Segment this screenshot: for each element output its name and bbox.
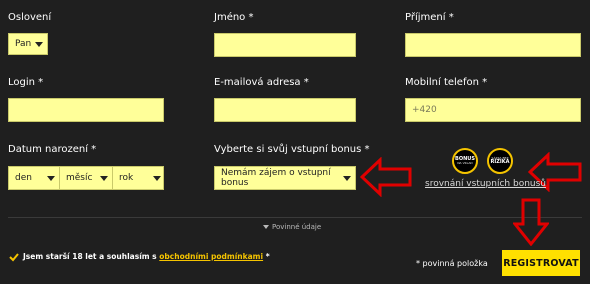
birth-month-select[interactable]: měsíc (60, 167, 112, 189)
required-note: * povinná položka (416, 259, 488, 268)
risk-free-bet-badge-icon[interactable]: SÁZKA BEZ RIZIKA (487, 148, 513, 174)
compare-bonuses-link[interactable]: srovnání vstupních bonusů (425, 179, 546, 189)
salutation-label: Oslovení (8, 12, 52, 23)
birth-day-select[interactable]: den (9, 167, 59, 189)
badge-title: RIZIKA (490, 158, 510, 165)
email-field[interactable] (214, 98, 356, 122)
chevron-down-icon (100, 176, 108, 181)
email-label: E-mailová adresa * (214, 77, 309, 88)
red-arrow-icon (513, 198, 549, 246)
badge-subtitle: NA VKLAD (457, 161, 473, 166)
register-button[interactable]: REGISTROVAT (502, 250, 580, 276)
deposit-bonus-badge-icon[interactable]: BONUS NA VKLAD (452, 148, 478, 174)
terms-link[interactable]: obchodními podmínkami (159, 252, 263, 261)
phone-field[interactable]: +420 (405, 98, 581, 122)
last-name-field[interactable] (405, 33, 581, 57)
chevron-down-icon (343, 176, 351, 181)
chevron-down-icon (35, 42, 43, 47)
terms-prefix: Jsem starší 18 let a souhlasím s (23, 252, 157, 261)
last-name-label: Příjmení * (405, 12, 454, 23)
terms-consent-text: Jsem starší 18 let a souhlasím s obchodn… (23, 252, 270, 261)
section-divider (8, 217, 582, 218)
chevron-down-icon (263, 225, 269, 229)
required-fields-toggle[interactable]: Povinné údaje (263, 223, 321, 231)
phone-label: Mobilní telefon * (405, 77, 488, 88)
chevron-down-icon (153, 176, 161, 181)
birth-day-value: den (15, 173, 32, 183)
birth-date-group: den měsíc rok (8, 166, 164, 190)
salutation-value: Pan (15, 39, 32, 49)
chevron-down-icon (47, 176, 55, 181)
birth-year-select[interactable]: rok (113, 167, 165, 189)
bonus-label: Vyberte si svůj vstupní bonus * (214, 144, 370, 155)
checkmark-icon[interactable] (9, 252, 19, 262)
terms-required-mark: * (265, 252, 270, 261)
login-label: Login * (8, 77, 44, 88)
bonus-value: Nemám zájem o vstupní bonus (221, 168, 331, 188)
birth-month-value: měsíc (66, 173, 93, 183)
badge-subtitle: SÁZKA BEZ (491, 155, 509, 160)
bonus-select[interactable]: Nemám zájem o vstupní bonus (214, 166, 356, 190)
birth-date-label: Datum narození * (8, 144, 97, 155)
red-arrow-icon (360, 157, 412, 197)
required-fields-label: Povinné údaje (272, 223, 322, 231)
first-name-field[interactable] (214, 33, 356, 57)
login-field[interactable] (8, 98, 164, 122)
first-name-label: Jméno * (214, 12, 254, 23)
birth-year-value: rok (119, 173, 134, 183)
salutation-select[interactable]: Pan (8, 33, 48, 55)
